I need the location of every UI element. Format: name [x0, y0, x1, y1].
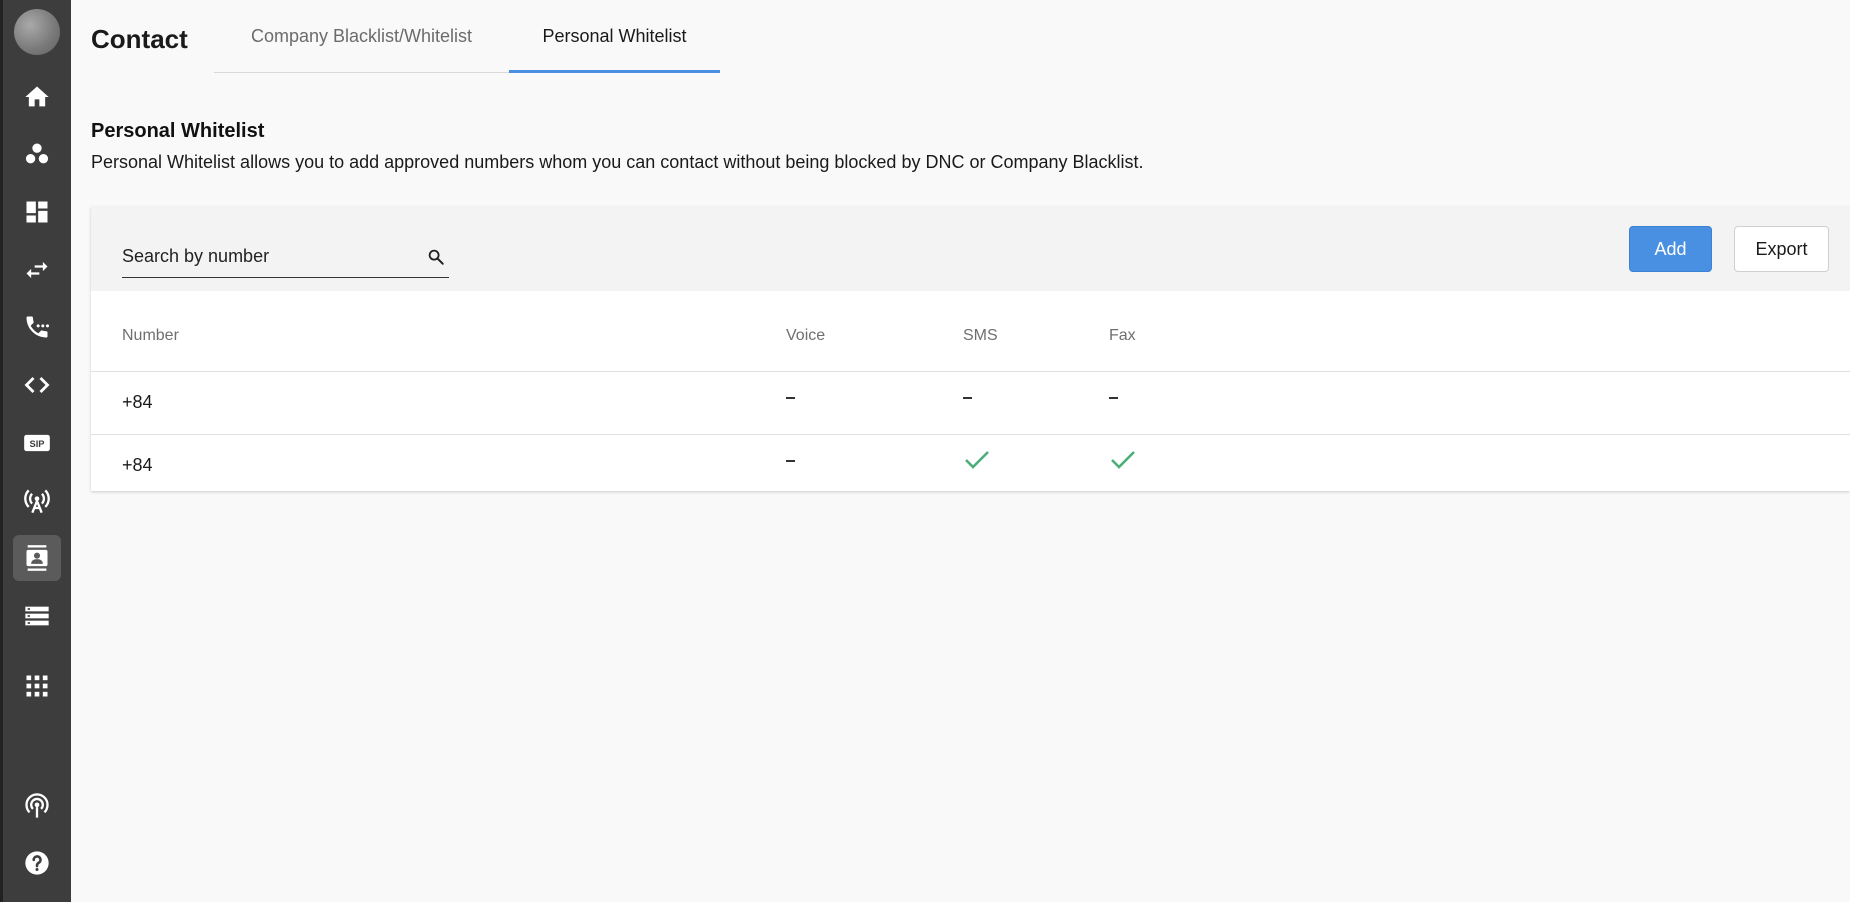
nav-antenna[interactable]	[13, 478, 61, 524]
section-description: Personal Whitelist allows you to add app…	[91, 152, 1144, 172]
nav-code[interactable]	[13, 362, 61, 408]
search-field	[122, 240, 449, 278]
column-header-voice: Voice	[786, 327, 826, 344]
section-title: Personal Whitelist	[91, 120, 265, 142]
nav-storage[interactable]	[13, 593, 61, 639]
page-title: Contact	[91, 24, 188, 54]
voice-disabled-dash	[786, 397, 795, 399]
svg-text:SIP: SIP	[29, 439, 44, 449]
nav-dashboard[interactable]	[13, 189, 61, 235]
table-header: Number Voice SMS Fax	[91, 291, 1850, 372]
export-button[interactable]: Export	[1734, 226, 1829, 272]
transfer-icon	[26, 261, 48, 279]
whitelist-panel: Add Export Number Voice SMS Fax +84 +84	[91, 207, 1850, 491]
home-icon	[25, 86, 49, 107]
column-header-fax: Fax	[1109, 327, 1136, 344]
number-cell: +84	[122, 455, 153, 475]
column-header-number: Number	[122, 327, 179, 344]
nav-apps[interactable]	[13, 663, 61, 709]
broadcast-icon	[25, 793, 49, 818]
nav-contact[interactable]	[13, 535, 61, 581]
number-cell: +84	[122, 392, 153, 412]
search-icon[interactable]	[427, 248, 445, 266]
sms-disabled-dash	[963, 397, 972, 399]
fax-check-icon	[1111, 451, 1135, 469]
tab-personal-whitelist[interactable]: Personal Whitelist	[509, 0, 720, 73]
nav-broadcast[interactable]	[13, 783, 61, 829]
code-icon	[24, 377, 50, 393]
sidebar: SIP	[0, 0, 71, 902]
contact-icon	[26, 545, 48, 571]
sip-icon: SIP	[24, 434, 50, 452]
nav-transfer[interactable]	[13, 247, 61, 293]
nav-help[interactable]	[13, 840, 61, 886]
search-input[interactable]	[122, 240, 412, 272]
table-row[interactable]: +84	[91, 371, 1850, 435]
nav-call-log[interactable]	[13, 304, 61, 350]
help-icon	[25, 851, 49, 875]
nav-users[interactable]	[13, 131, 61, 177]
sms-check-icon	[965, 451, 989, 469]
column-header-sms: SMS	[963, 327, 998, 344]
voice-disabled-dash	[786, 460, 795, 462]
storage-icon	[25, 606, 49, 626]
nav-sip[interactable]: SIP	[13, 420, 61, 466]
fax-disabled-dash	[1109, 397, 1118, 399]
table-row[interactable]: +84	[91, 434, 1850, 497]
toolbar: Add Export	[91, 207, 1850, 291]
main-content: Contact Company Blacklist/Whitelist Pers…	[71, 0, 1850, 902]
call-log-icon	[26, 316, 50, 338]
avatar[interactable]	[14, 9, 60, 55]
add-button[interactable]: Add	[1629, 226, 1712, 272]
tab-company-blacklist-whitelist[interactable]: Company Blacklist/Whitelist	[214, 0, 509, 72]
tab-bar: Company Blacklist/Whitelist Personal Whi…	[214, 0, 720, 73]
apps-icon	[26, 675, 48, 697]
users-icon	[25, 143, 49, 164]
antenna-icon	[24, 489, 50, 514]
nav-home[interactable]	[13, 74, 61, 120]
dashboard-icon	[26, 201, 48, 223]
